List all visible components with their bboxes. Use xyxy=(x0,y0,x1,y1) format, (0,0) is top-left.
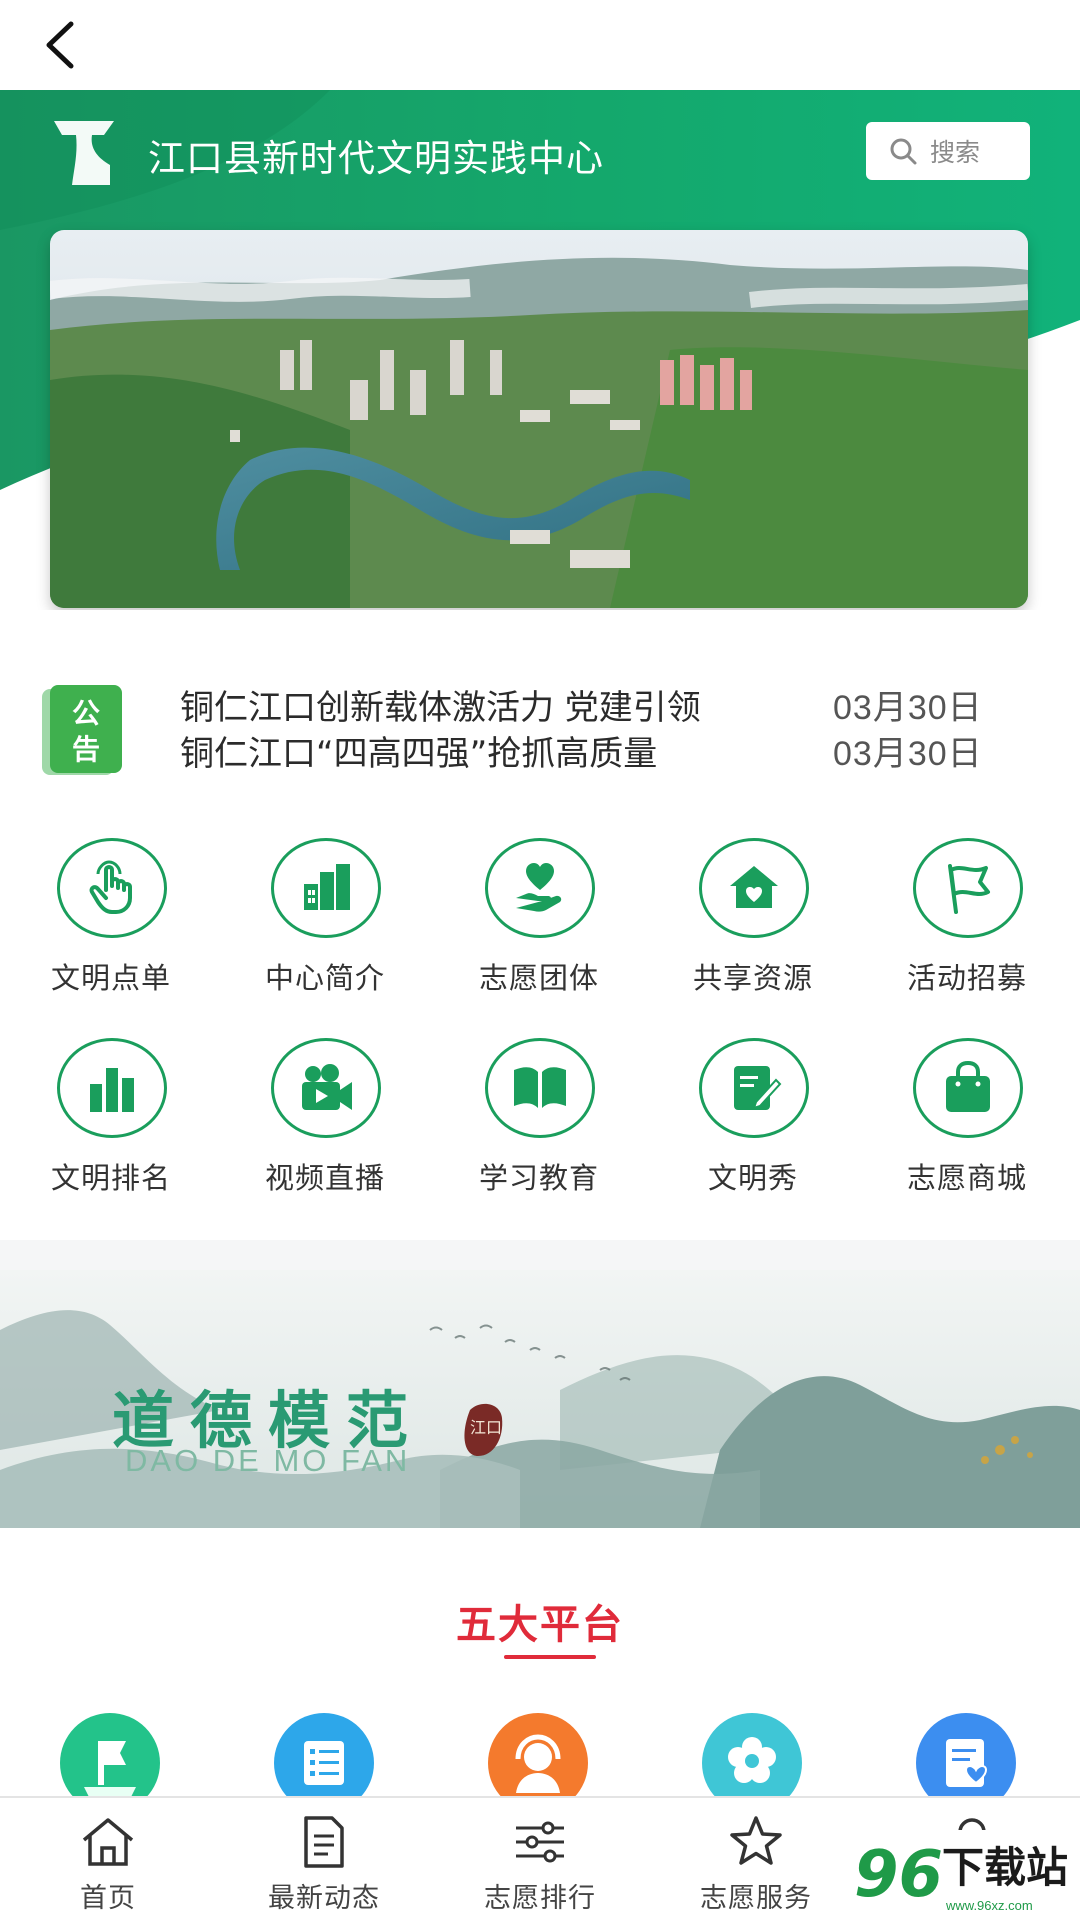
menu-item-huodong-zhaomu[interactable]: 活动招募 xyxy=(860,838,1074,1008)
back-button[interactable] xyxy=(30,14,90,76)
badge-line2: 告 xyxy=(72,733,100,766)
menu-item-zhiyuan-tuanti[interactable]: 志愿团体 xyxy=(432,838,646,1008)
bar-chart-icon xyxy=(57,1038,167,1138)
menu-item-label: 文明秀 xyxy=(707,1161,798,1195)
edit-note-icon xyxy=(699,1038,809,1138)
hero-title: 江口县新时代文明实践中心 xyxy=(148,137,604,180)
seal-text: 江口 xyxy=(469,1418,502,1437)
menu-item-label: 志愿团体 xyxy=(478,961,599,995)
menu-item-label: 视频直播 xyxy=(264,1161,385,1195)
house-icon xyxy=(699,838,809,938)
tab-volunteer-service[interactable]: 志愿服务 xyxy=(648,1798,864,1920)
notice-title[interactable]: 铜仁江口“四高四强”抢抓高质量 xyxy=(180,726,657,775)
menu-item-wenming-diandan[interactable]: 文明点单 xyxy=(4,838,218,1008)
menu-item-label: 活动招募 xyxy=(906,961,1027,995)
section-divider xyxy=(0,1240,1080,1270)
notice-section: 公 告 铜仁江口创新载体激活力 党建引领 03月30日 铜仁江口“四高四强”抢抓… xyxy=(0,640,1080,790)
search-input[interactable]: 搜索 xyxy=(866,122,1030,180)
platform-title: 五大平台 xyxy=(456,1602,624,1648)
video-camera-icon xyxy=(271,1038,381,1138)
aerial-town-photo xyxy=(50,230,1028,608)
menu-item-gongxiang-ziyuan[interactable]: 共享资源 xyxy=(646,838,860,1008)
building-icon xyxy=(271,838,381,938)
tab-latest-news[interactable]: 最新动态 xyxy=(216,1798,432,1920)
tab-home[interactable]: 首页 xyxy=(0,1798,216,1920)
hand-pointer-icon xyxy=(57,838,167,938)
menu-item-wenming-xiu[interactable]: 文明秀 xyxy=(646,1038,860,1208)
platform-underline xyxy=(504,1655,596,1659)
notice-date: 03月30日 xyxy=(833,735,983,773)
daode-mofan-banner[interactable]: 道德模范 DAO DE MO FAN 江口 xyxy=(0,1270,1080,1528)
notice-date: 03月30日 xyxy=(833,689,983,727)
menu-item-xuexi-jiaoyu[interactable]: 学习教育 xyxy=(432,1038,646,1208)
book-icon xyxy=(485,1038,595,1138)
badge-line1: 公 xyxy=(72,697,100,730)
sliders-icon xyxy=(516,1821,564,1863)
home-icon xyxy=(82,1818,134,1866)
menu-item-label: 共享资源 xyxy=(692,961,813,995)
watermark-text: 下载站 xyxy=(942,1843,1068,1892)
tab-volunteer-ranking[interactable]: 志愿排行 xyxy=(432,1798,648,1920)
watermark-url: www.96xz.com xyxy=(945,1898,1033,1913)
menu-item-label: 志愿商城 xyxy=(906,1161,1027,1195)
chevron-left-icon xyxy=(46,21,74,69)
menu-item-label: 中心简介 xyxy=(264,961,385,995)
site-watermark: 96 下载站 www.96xz.com xyxy=(850,1830,1080,1920)
document-icon xyxy=(304,1816,344,1868)
notice-badge-icon: 公 告 xyxy=(42,685,122,775)
tab-label: 志愿排行 xyxy=(484,1883,596,1914)
menu-item-shipin-zhibo[interactable]: 视频直播 xyxy=(218,1038,432,1208)
search-placeholder: 搜索 xyxy=(930,138,981,167)
tab-label: 志愿服务 xyxy=(700,1883,812,1914)
daode-subtitle: DAO DE MO FAN xyxy=(125,1443,411,1478)
notice-title[interactable]: 铜仁江口创新载体激活力 党建引领 xyxy=(180,680,701,729)
hand-heart-icon xyxy=(485,838,595,938)
banner-image[interactable] xyxy=(50,230,1028,608)
tab-label: 首页 xyxy=(80,1883,136,1914)
logo-icon xyxy=(54,121,114,185)
menu-item-label: 文明点单 xyxy=(50,961,171,995)
watermark-number: 96 xyxy=(854,1838,943,1912)
search-icon xyxy=(890,138,917,165)
top-bar xyxy=(0,0,1080,90)
star-icon xyxy=(730,1816,782,1865)
menu-item-zhongxin-jianjie[interactable]: 中心简介 xyxy=(218,838,432,1008)
menu-item-label: 学习教育 xyxy=(478,1161,599,1195)
shopping-bag-icon xyxy=(913,1038,1023,1138)
tab-label: 最新动态 xyxy=(268,1883,380,1914)
menu-item-wenming-paiming[interactable]: 文明排名 xyxy=(4,1038,218,1208)
menu-item-zhiyuan-shangcheng[interactable]: 志愿商城 xyxy=(860,1038,1074,1208)
hero-header: 江口县新时代文明实践中心 搜索 xyxy=(0,90,1080,610)
menu-item-label: 文明排名 xyxy=(50,1161,171,1195)
flag-icon xyxy=(913,838,1023,938)
